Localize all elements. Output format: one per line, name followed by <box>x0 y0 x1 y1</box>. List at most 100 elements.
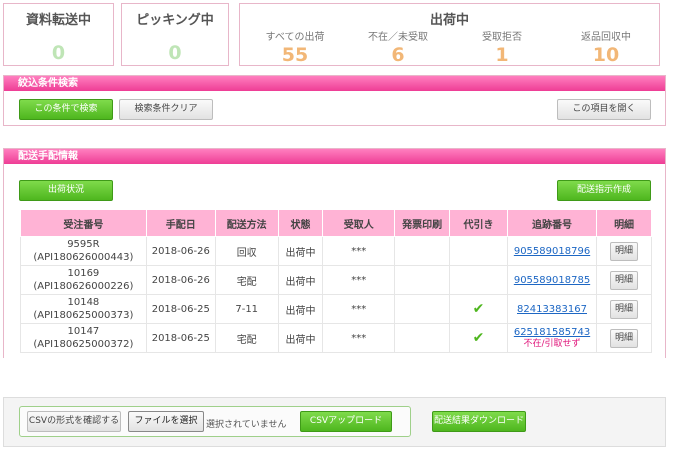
search-button[interactable]: この条件で検索 <box>19 99 113 120</box>
order-api-id: (API180626000443) <box>33 252 134 263</box>
stat-label: 受取拒否 <box>482 32 522 43</box>
tracking-link[interactable]: 905589018796 <box>514 246 590 257</box>
csv-upload-button[interactable]: CSVアップロード <box>300 411 392 432</box>
order-number: 10169 <box>67 268 100 279</box>
stat-refused[interactable]: 受取拒否 1 <box>452 28 552 66</box>
tracking-cell: 82413383167 <box>506 294 598 324</box>
detail-cell: 明細 <box>596 236 652 266</box>
tracking-note: 不在/引取せず <box>523 338 581 349</box>
detail-button[interactable]: 明細 <box>610 299 639 319</box>
detail-button[interactable]: 明細 <box>610 328 639 348</box>
method-cell: 7-11 <box>214 294 279 324</box>
download-results-button[interactable]: 配送結果ダウンロード <box>432 411 526 432</box>
invoice-cell <box>394 323 451 353</box>
detail-cell: 明細 <box>596 294 652 324</box>
stat-count: 1 <box>495 44 509 66</box>
delivery-table: 受注番号 手配日 配送方法 状態 受取人 発票印刷 代引き 追跡番号 明細 95… <box>20 209 652 353</box>
column-header: 配送方法 <box>214 209 279 237</box>
csv-upload-bar: CSVの形式を確認する ファイルを選択 選択されていません CSVアップロード … <box>3 397 666 447</box>
delivery-panel: 配送手配情報 出荷状況 配送指示作成 受注番号 手配日 配送方法 状態 受取人 … <box>3 148 666 358</box>
stat-value: 0 <box>51 42 66 64</box>
table-row: 9595R (API180626000443) 2018-06-26 回収 出荷中… <box>20 236 652 266</box>
order-number: 10147 <box>67 326 100 337</box>
tracking-cell: 625181585743 不在/引取せず <box>506 323 598 353</box>
column-header: 代引き <box>449 209 508 237</box>
recipient-cell: *** <box>322 294 396 324</box>
recipient-cell: *** <box>322 323 396 353</box>
column-header: 発票印刷 <box>394 209 451 237</box>
stat-return-collecting[interactable]: 返品回収中 10 <box>556 28 656 66</box>
method-cell: 回収 <box>214 236 279 266</box>
detail-button[interactable]: 明細 <box>610 241 639 261</box>
stat-count: 55 <box>281 44 309 66</box>
stat-all-shipments[interactable]: すべての出荷 55 <box>245 28 345 66</box>
stat-title: 出荷中 <box>429 13 469 28</box>
status-cell: 出荷中 <box>277 294 324 324</box>
stat-absent[interactable]: 不在／未受取 6 <box>348 28 448 66</box>
cod-cell <box>449 236 508 266</box>
tracking-cell: 905589018785 <box>506 265 598 295</box>
stat-label: すべての出荷 <box>265 32 325 43</box>
cod-cell <box>449 265 508 295</box>
column-header: 手配日 <box>145 209 216 237</box>
invoice-cell <box>394 265 451 295</box>
order-number-cell: 9595R (API180626000443) <box>20 236 147 266</box>
detail-button[interactable]: 明細 <box>610 270 639 290</box>
status-cell: 出荷中 <box>277 323 324 353</box>
detail-cell: 明細 <box>596 265 652 295</box>
csv-format-check-button[interactable]: CSVの形式を確認する <box>27 411 121 432</box>
column-header: 受取人 <box>322 209 396 237</box>
open-section-button[interactable]: この項目を開く <box>557 99 651 120</box>
order-api-id: (API180625000373) <box>33 310 134 321</box>
recipient-cell: *** <box>322 236 396 266</box>
tracking-link[interactable]: 905589018785 <box>514 275 590 286</box>
shipping-status-button[interactable]: 出荷状況 <box>19 180 113 201</box>
stat-picking: ピッキング中 0 <box>121 3 229 66</box>
order-api-id: (API180626000226) <box>33 281 134 292</box>
delivery-panel-header: 配送手配情報 <box>4 149 665 164</box>
method-cell: 宅配 <box>214 323 279 353</box>
invoice-cell <box>394 294 451 324</box>
csv-upload-group: CSVの形式を確認する ファイルを選択 選択されていません CSVアップロード <box>19 406 411 437</box>
table-row: 10147 (API180625000372) 2018-06-25 宅配 出荷中… <box>20 323 652 353</box>
date-cell: 2018-06-26 <box>145 236 216 266</box>
invoice-cell <box>394 236 451 266</box>
column-header: 追跡番号 <box>506 209 598 237</box>
order-api-id: (API180625000372) <box>33 339 134 350</box>
filter-panel-header: 絞込条件検索 <box>4 76 665 91</box>
stat-shipping: 出荷中 すべての出荷 55 不在／未受取 6 受取拒否 1 返品回収中 10 <box>239 3 660 66</box>
file-status: 選択されていません <box>206 420 287 430</box>
filter-panel: 絞込条件検索 この条件で検索 検索条件クリア この項目を開く <box>3 75 666 126</box>
stat-label: 不在／未受取 <box>368 32 428 43</box>
date-cell: 2018-06-25 <box>145 323 216 353</box>
stat-count: 6 <box>391 44 405 66</box>
status-cell: 出荷中 <box>277 236 324 266</box>
date-cell: 2018-06-25 <box>145 294 216 324</box>
tracking-link[interactable]: 82413383167 <box>517 304 587 315</box>
check-icon: ✔ <box>472 301 485 317</box>
check-icon: ✔ <box>472 330 485 346</box>
table-header-row: 受注番号 手配日 配送方法 状態 受取人 発票印刷 代引き 追跡番号 明細 <box>20 209 652 237</box>
create-delivery-button[interactable]: 配送指示作成 <box>557 180 651 201</box>
detail-cell: 明細 <box>596 323 652 353</box>
stat-title: ピッキング中 <box>136 13 214 28</box>
date-cell: 2018-06-26 <box>145 265 216 295</box>
column-header: 状態 <box>277 209 324 237</box>
order-number-cell: 10147 (API180625000372) <box>20 323 147 353</box>
choose-file-button[interactable]: ファイルを選択 <box>128 411 204 432</box>
stat-title: 資料転送中 <box>25 13 91 28</box>
method-cell: 宅配 <box>214 265 279 295</box>
cod-cell: ✔ <box>449 323 508 353</box>
tracking-cell: 905589018796 <box>506 236 598 266</box>
stat-value: 0 <box>168 42 182 64</box>
tracking-link[interactable]: 625181585743 <box>514 327 590 338</box>
order-number: 9595R <box>67 239 100 250</box>
recipient-cell: *** <box>322 265 396 295</box>
column-header: 明細 <box>596 209 652 237</box>
order-number: 10148 <box>67 297 100 308</box>
stat-count: 10 <box>592 44 620 66</box>
cod-cell: ✔ <box>449 294 508 324</box>
table-row: 10148 (API180625000373) 2018-06-25 7-11 出… <box>20 294 652 324</box>
clear-filter-button[interactable]: 検索条件クリア <box>119 99 213 120</box>
stat-label: 返品回収中 <box>581 32 631 43</box>
